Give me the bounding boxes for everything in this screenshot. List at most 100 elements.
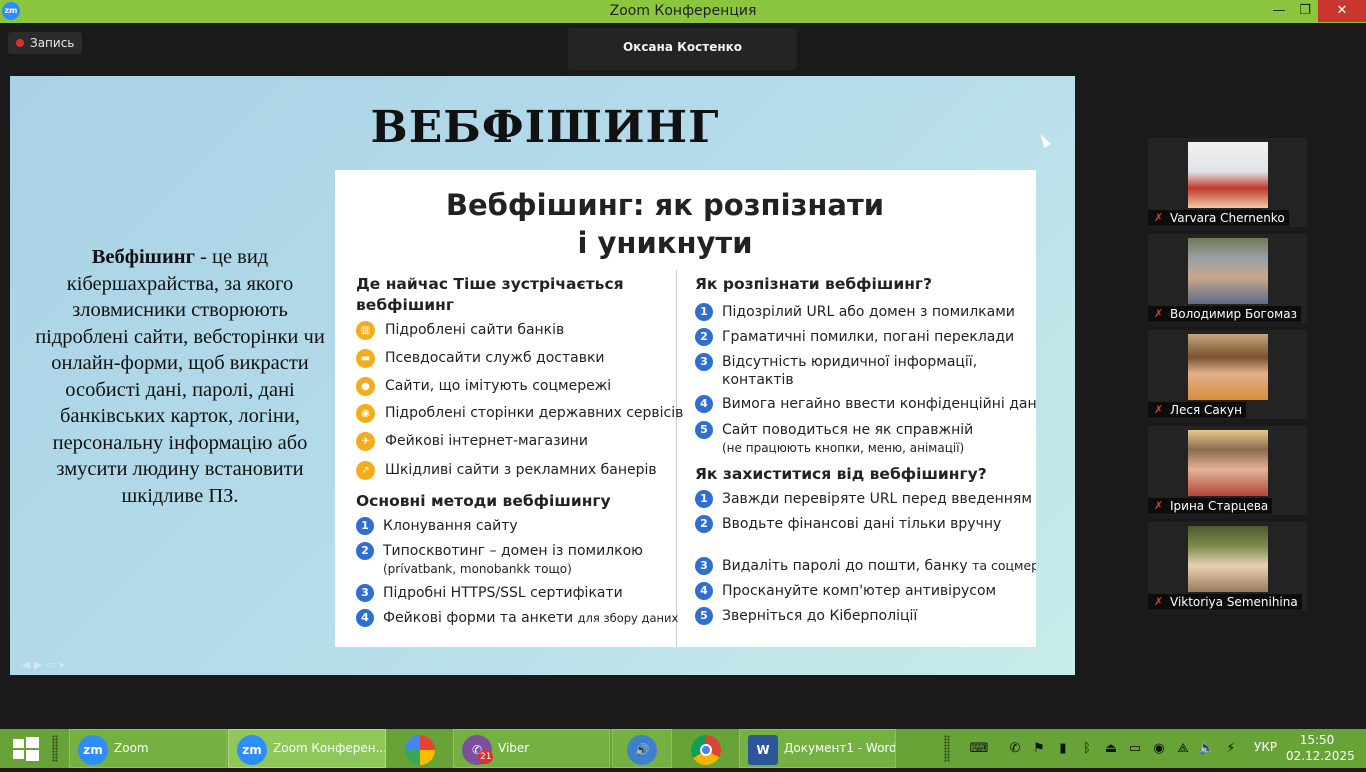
section-where-title: Де найчас Тіше зустрічається вебфішинг (356, 275, 624, 314)
taskbar-word[interactable]: W Документ1 - Word (739, 729, 896, 768)
participant-tile[interactable]: ✗ Ірина Старцева (1148, 426, 1307, 515)
section-protect-title: Як захиститися від вебфішингу? (695, 465, 987, 483)
window-title: Zoom Конференция (609, 3, 757, 19)
list-item: 5 Зверніться до Кіберполіції (695, 607, 1036, 629)
participant-tile[interactable]: ✗ Володимир Богомаз (1148, 234, 1307, 323)
infographic-title-line2: і уникнути (577, 226, 753, 260)
list-item: ▬ Псевдосайти служб доставки (356, 349, 674, 377)
clock-time: 15:50 (1299, 733, 1335, 747)
taskbar-chrome[interactable] (674, 729, 736, 768)
keyboard-icon[interactable]: ⌨ (964, 740, 994, 757)
viber-badge: 21 (478, 750, 494, 764)
protect-list: 1 Завжди перевіряте URL перед введенням 2… (695, 490, 1036, 629)
tray-grip[interactable] (944, 735, 950, 762)
language-indicator[interactable]: УКР (1254, 740, 1277, 754)
delivery-icon: ▬ (356, 349, 375, 368)
muted-mic-icon: ✗ (1154, 307, 1164, 320)
list-item: 2 Вводьте фінансові дані тільки вручну (695, 515, 1036, 557)
viber-tray-icon[interactable]: ✆ (1006, 740, 1024, 757)
taskbar-zoom-meeting[interactable]: zm Zoom Конферен... (228, 729, 386, 768)
taskbar-picasa[interactable] (388, 729, 450, 768)
taskbar-zoom[interactable]: zm Zoom (69, 729, 227, 768)
meeting-area: Запись Оксана Костенко разговаривает... … (0, 23, 1366, 729)
mouse-cursor-icon (1037, 131, 1051, 149)
chrome-icon (691, 735, 721, 765)
recording-indicator[interactable]: Запись (8, 32, 83, 54)
people-icon: ● (356, 377, 375, 396)
infographic-card: Вебфішинг: як розпізнати і уникнути Де н… (335, 170, 1036, 647)
list-item: ◉ Підроблені сторінки державних сервісів (356, 404, 683, 432)
participant-photo (1188, 430, 1268, 496)
record-dot-icon (16, 39, 24, 47)
participant-name-label: ✗ Володимир Богомаз (1148, 306, 1301, 322)
record-label: Запись (30, 36, 75, 50)
muted-mic-icon: ✗ (1154, 595, 1164, 608)
taskbar-audio[interactable]: 🔊 (612, 729, 672, 768)
list-item: 3 Підробні HTTPS/SSL сертифікати (356, 584, 674, 609)
power-icon[interactable]: ⚡ (1222, 740, 1240, 757)
bluetooth-icon[interactable]: ᛒ (1078, 740, 1096, 757)
start-button[interactable] (0, 729, 50, 768)
participant-photo (1188, 142, 1268, 208)
list-item: 4 Проскануйте комп'ютер антивірусом (695, 582, 1036, 607)
list-item: 4 Вимога негайно ввести конфіденційні дан… (695, 395, 1036, 421)
list-item: 2 Граматичні помилки, погані переклади (695, 328, 1036, 353)
list-item: 4 Фейкові форми та анкети для збору даних (356, 609, 678, 631)
acrobat-icon[interactable]: ⟁ (1174, 740, 1192, 757)
list-item: ▥ Підроблені сайти банків (356, 321, 674, 349)
participant-name-label: ✗ Viktoriya Semenihina (1148, 594, 1302, 610)
windows-logo-icon (13, 737, 39, 761)
zoom-app-icon: zm (237, 735, 267, 765)
participant-name-label: ✗ Ірина Старцева (1148, 498, 1273, 514)
flag-icon[interactable]: ⚑ (1030, 740, 1048, 757)
maximize-button[interactable]: ❐ (1290, 0, 1320, 22)
participant-tile[interactable]: ✗ Viktoriya Semenihina (1148, 522, 1307, 611)
zoom-tray-icon[interactable]: ◉ (1150, 740, 1168, 757)
participant-photo (1188, 526, 1268, 592)
methods-list: 1 Клонування сайту 2 Типосквотинг – домен … (356, 517, 678, 631)
list-item: 1 Підозрілий URL або домен з помилками (695, 303, 1036, 328)
infographic-title: Вебфішинг: як розпізнати і уникнути (395, 186, 935, 262)
muted-mic-icon: ✗ (1154, 403, 1164, 416)
clock[interactable]: 15:50 02.12.2025 (1286, 732, 1355, 764)
system-tray: ⌨ ✆ ⚑ ▮ ᛒ ⏏ ▭ ◉ ⟁ 🔈 ⚡ (960, 729, 1250, 768)
muted-mic-icon: ✗ (1154, 499, 1164, 512)
participant-tile[interactable]: ✗ Леся Сакун (1148, 330, 1307, 419)
list-item: ● Сайти, що імітують соцмережі (356, 377, 674, 404)
definition-term: Вебфішинг (91, 246, 195, 268)
display-icon[interactable]: ▭ (1126, 740, 1144, 757)
list-item: 3 Видаліть паролі до пошти, банку та соцм… (695, 557, 1036, 582)
active-speaker-banner: Оксана Костенко разговаривает... (568, 28, 797, 92)
government-icon: ◉ (356, 404, 375, 423)
picasa-icon (405, 735, 435, 765)
muted-mic-icon: ✗ (1154, 211, 1164, 224)
column-divider (676, 270, 677, 647)
where-list: ▥ Підроблені сайти банків ▬ Псевдосайти сл… (356, 321, 683, 489)
definition-body: - це вид кібершахрайства, за якого зловм… (35, 246, 325, 507)
list-item: 1 Завжди перевіряте URL перед введенням (695, 490, 1036, 515)
list-item: 2 Типосквотинг – домен із помилкою (prívat… (356, 542, 674, 584)
taskbar-viber[interactable]: ✆ 21 Viber (453, 729, 610, 768)
list-item: ✈ Фейкові інтернет-магазини (356, 432, 674, 461)
taskbar-grip[interactable] (52, 735, 58, 762)
speaker-icon: 🔊 (627, 735, 657, 765)
cart-icon: ✈ (356, 432, 375, 451)
participant-photo (1188, 334, 1268, 400)
ad-icon: ↗ (356, 461, 375, 480)
usb-icon[interactable]: ⏏ (1102, 740, 1120, 757)
list-item: ↗ Шкідливі сайти з рекламних банерів (356, 461, 674, 489)
volume-icon[interactable]: 🔈 (1198, 740, 1216, 757)
definition-text: Вебфішинг - це вид кібершахрайства, за я… (30, 244, 330, 509)
windows-taskbar: zm Zoom zm Zoom Конферен... ✆ 21 Viber 🔊… (0, 729, 1366, 768)
network-icon[interactable]: ▮ (1054, 740, 1072, 757)
participant-name-label: ✗ Varvara Chernenko (1148, 210, 1289, 226)
participant-photo (1188, 238, 1268, 304)
word-icon: W (748, 735, 778, 765)
close-button[interactable]: ✕ (1318, 0, 1366, 22)
participant-tile[interactable]: ✗ Varvara Chernenko (1148, 138, 1307, 227)
shared-screen-slide: ВЕБФІШИНГ Вебфішинг - це вид кібершахрай… (10, 76, 1075, 675)
zoom-app-icon: zm (78, 735, 108, 765)
list-item: 5 Сайт поводиться не як справжній (не прац… (695, 421, 1036, 461)
slide-controls-icon: ◀ ▶ ▭ ▸ (22, 658, 66, 671)
section-methods-title: Основні методи вебфішингу (356, 492, 611, 510)
